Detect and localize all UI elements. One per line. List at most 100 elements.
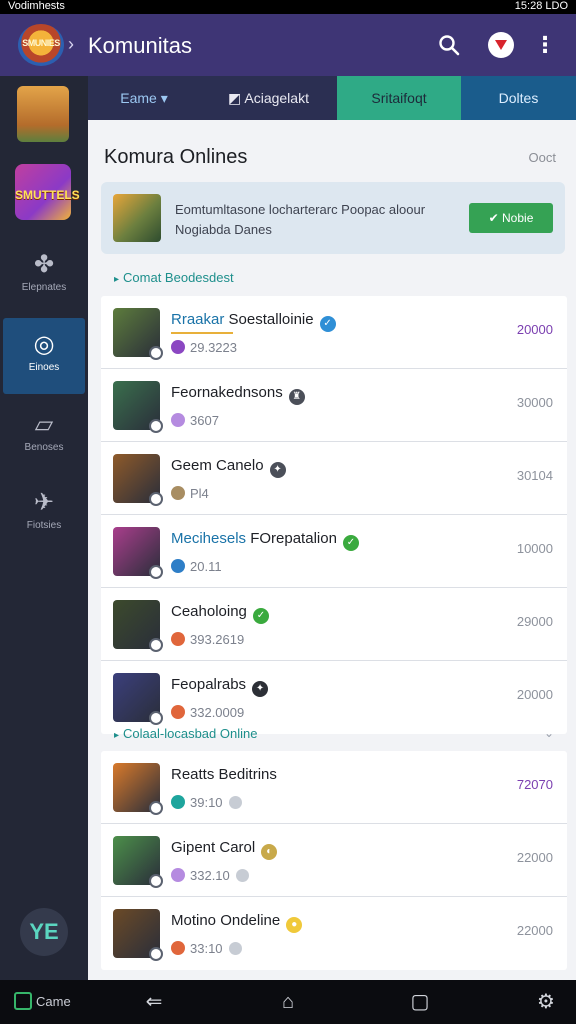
section-header-label: Comat Beodesdest: [123, 270, 234, 285]
item-meta-text: Pl4: [190, 486, 209, 501]
item-title-text: FOrepatalion: [250, 530, 337, 547]
item-value: 72070: [516, 777, 553, 792]
item-title: Mecihesels FOrepatalion ✓: [171, 530, 359, 551]
app-logo[interactable]: SMUNIES: [18, 24, 64, 66]
item-value: 22000: [516, 850, 553, 865]
status-clock: 15:28 LDO: [514, 0, 568, 12]
tab-sritaifoqt[interactable]: Sritaifoqt: [337, 76, 461, 120]
cards-icon: ▱: [34, 411, 54, 438]
tab-doltes[interactable]: Doltes: [461, 76, 576, 120]
player-icon: [171, 486, 185, 500]
compass-icon: ◎: [33, 331, 55, 358]
item-meta-text: 3607: [190, 413, 219, 428]
section-header-2[interactable]: ▸ Colaal-locasbad Online: [114, 726, 257, 741]
online-status-icon: [149, 419, 163, 433]
item-title: Reatts Beditrins: [171, 766, 277, 783]
promo-banner: Eomtumltasone locharterarc Poopac aloour…: [101, 182, 565, 254]
online-status-icon: [149, 346, 163, 360]
verified-badge-icon: ◐: [261, 844, 278, 860]
list-item[interactable]: Ceaholoing ✓ 393.2619 29000: [101, 588, 567, 661]
sidebar-item-benoses[interactable]: ▱ Benoses: [0, 398, 88, 474]
section-header-1[interactable]: ▸ Comat Beodesdest: [114, 270, 234, 285]
item-title-text: Motino Ondeline: [171, 912, 281, 929]
bird-icon: ✈: [33, 489, 55, 516]
gamepad-icon: ◩: [228, 90, 245, 106]
nav-game-label: Came: [36, 994, 71, 1009]
verified-badge-icon: ♜: [288, 389, 305, 405]
item-title-text: Ceaholoing: [171, 603, 247, 620]
item-title-text: Feopalrabs: [171, 676, 247, 693]
thumb-icon: ✔: [488, 211, 503, 225]
player-icon: [171, 795, 185, 809]
brand-icon[interactable]: [488, 32, 514, 58]
app-bar: SMUNIES › Komunitas ⋮: [0, 14, 576, 76]
game-icon: [14, 992, 32, 1010]
item-meta: 3607: [171, 413, 219, 428]
item-value: 20000: [516, 687, 553, 702]
caret-right-icon: ▸: [114, 274, 120, 285]
sidebar-item-label: Benoses: [24, 442, 64, 453]
avatar[interactable]: [17, 86, 69, 142]
game-thumbnail: [113, 454, 163, 506]
sidebar-item-label: Elepnates: [21, 282, 67, 293]
header-action[interactable]: Ooct: [529, 150, 556, 165]
item-title-text: Soestalloinie: [228, 311, 314, 328]
recents-icon[interactable]: ▢: [408, 990, 432, 1014]
more-menu-icon[interactable]: ⋮: [532, 32, 558, 58]
app-logo-text: SMUNIES: [22, 38, 60, 48]
list-item[interactable]: Gipent Carol ◐ 332.10 22000: [101, 824, 567, 897]
game-list-1: Rraakar Soestalloinie ✓ 29.3223 20000 Feorna…: [101, 296, 567, 734]
highlight-underline: [171, 332, 233, 334]
player-icon: [171, 705, 185, 719]
player-icon: [171, 868, 185, 882]
item-title: Gipent Carol ◐: [171, 839, 278, 860]
game-thumbnail: [113, 308, 163, 360]
back-icon[interactable]: ⇐: [142, 990, 166, 1014]
online-status-icon: [149, 638, 163, 652]
banner-thumbnail: [113, 194, 161, 242]
item-title-text: Feornakednsons: [171, 384, 283, 401]
item-meta: 33:10: [171, 941, 242, 956]
info-icon: [228, 796, 242, 809]
caret-right-icon: ▸: [114, 730, 120, 741]
list-item[interactable]: Mecihesels FOrepatalion ✓ 20.11 10000: [101, 515, 567, 588]
item-title-text: Gipent Carol: [171, 839, 256, 856]
item-value: 30000: [516, 395, 553, 410]
item-title: Ceaholoing ✓: [171, 603, 269, 624]
item-meta-text: 393.2619: [190, 632, 245, 647]
list-item[interactable]: Geem Canelo ✦ Pl4 30104: [101, 442, 567, 515]
verified-badge-icon: ✓: [319, 316, 336, 332]
fab-button[interactable]: YE: [20, 908, 68, 956]
player-icon: [171, 632, 185, 646]
list-item[interactable]: Feornakednsons ♜ 3607 30000: [101, 369, 567, 442]
list-item[interactable]: Motino Ondeline ● 33:10 22000: [101, 897, 567, 970]
tab-aciagelakt[interactable]: ◩ Aciagelakt: [200, 76, 337, 120]
search-icon[interactable]: [438, 34, 460, 56]
online-status-icon: [149, 565, 163, 579]
list-item[interactable]: Rraakar Soestalloinie ✓ 29.3223 20000: [101, 296, 567, 369]
chevron-down-icon[interactable]: ⌄: [544, 726, 554, 740]
sidebar-item-einoes[interactable]: ◎ Einoes: [3, 318, 85, 394]
banner-text: Eomtumltasone locharterarc Poopac aloour…: [175, 202, 426, 237]
online-status-icon: [149, 801, 163, 815]
home-icon[interactable]: ⌂: [276, 990, 300, 1014]
section-header-label: Colaal-locasbad Online: [123, 726, 258, 741]
list-item[interactable]: Reatts Beditrins 39:10 72070: [101, 751, 567, 824]
item-meta-text: 332.10: [190, 868, 230, 883]
game-thumbnail: [113, 763, 163, 815]
tab-game[interactable]: Eame ▾: [88, 76, 200, 120]
item-title: Geem Canelo ✦: [171, 457, 286, 478]
item-meta-text: 39:10: [190, 795, 223, 810]
tab-label: Sritaifoqt: [371, 90, 427, 106]
item-meta-text: 332.0009: [190, 705, 245, 720]
system-nav-bar: Came ⇐ ⌂ ▢ ⚙: [0, 980, 576, 1024]
content-panel: Komura Onlines Ooct Eomtumltasone lochar…: [88, 120, 576, 980]
banner-button[interactable]: ✔ Nobie: [469, 203, 553, 233]
list-item[interactable]: Feopalrabs ✦ 332.0009 20000: [101, 661, 567, 734]
sidebar-item-elepnates[interactable]: ✤ Elepnates: [0, 238, 88, 314]
nav-game-button[interactable]: Came: [14, 992, 71, 1010]
settings-icon[interactable]: ⚙: [534, 990, 558, 1014]
item-meta: 29.3223: [171, 340, 237, 355]
sidebar-game-icon[interactable]: SMUTTELS: [15, 164, 80, 220]
sidebar-item-fiotsies[interactable]: ✈ Fiotsies: [0, 476, 88, 552]
